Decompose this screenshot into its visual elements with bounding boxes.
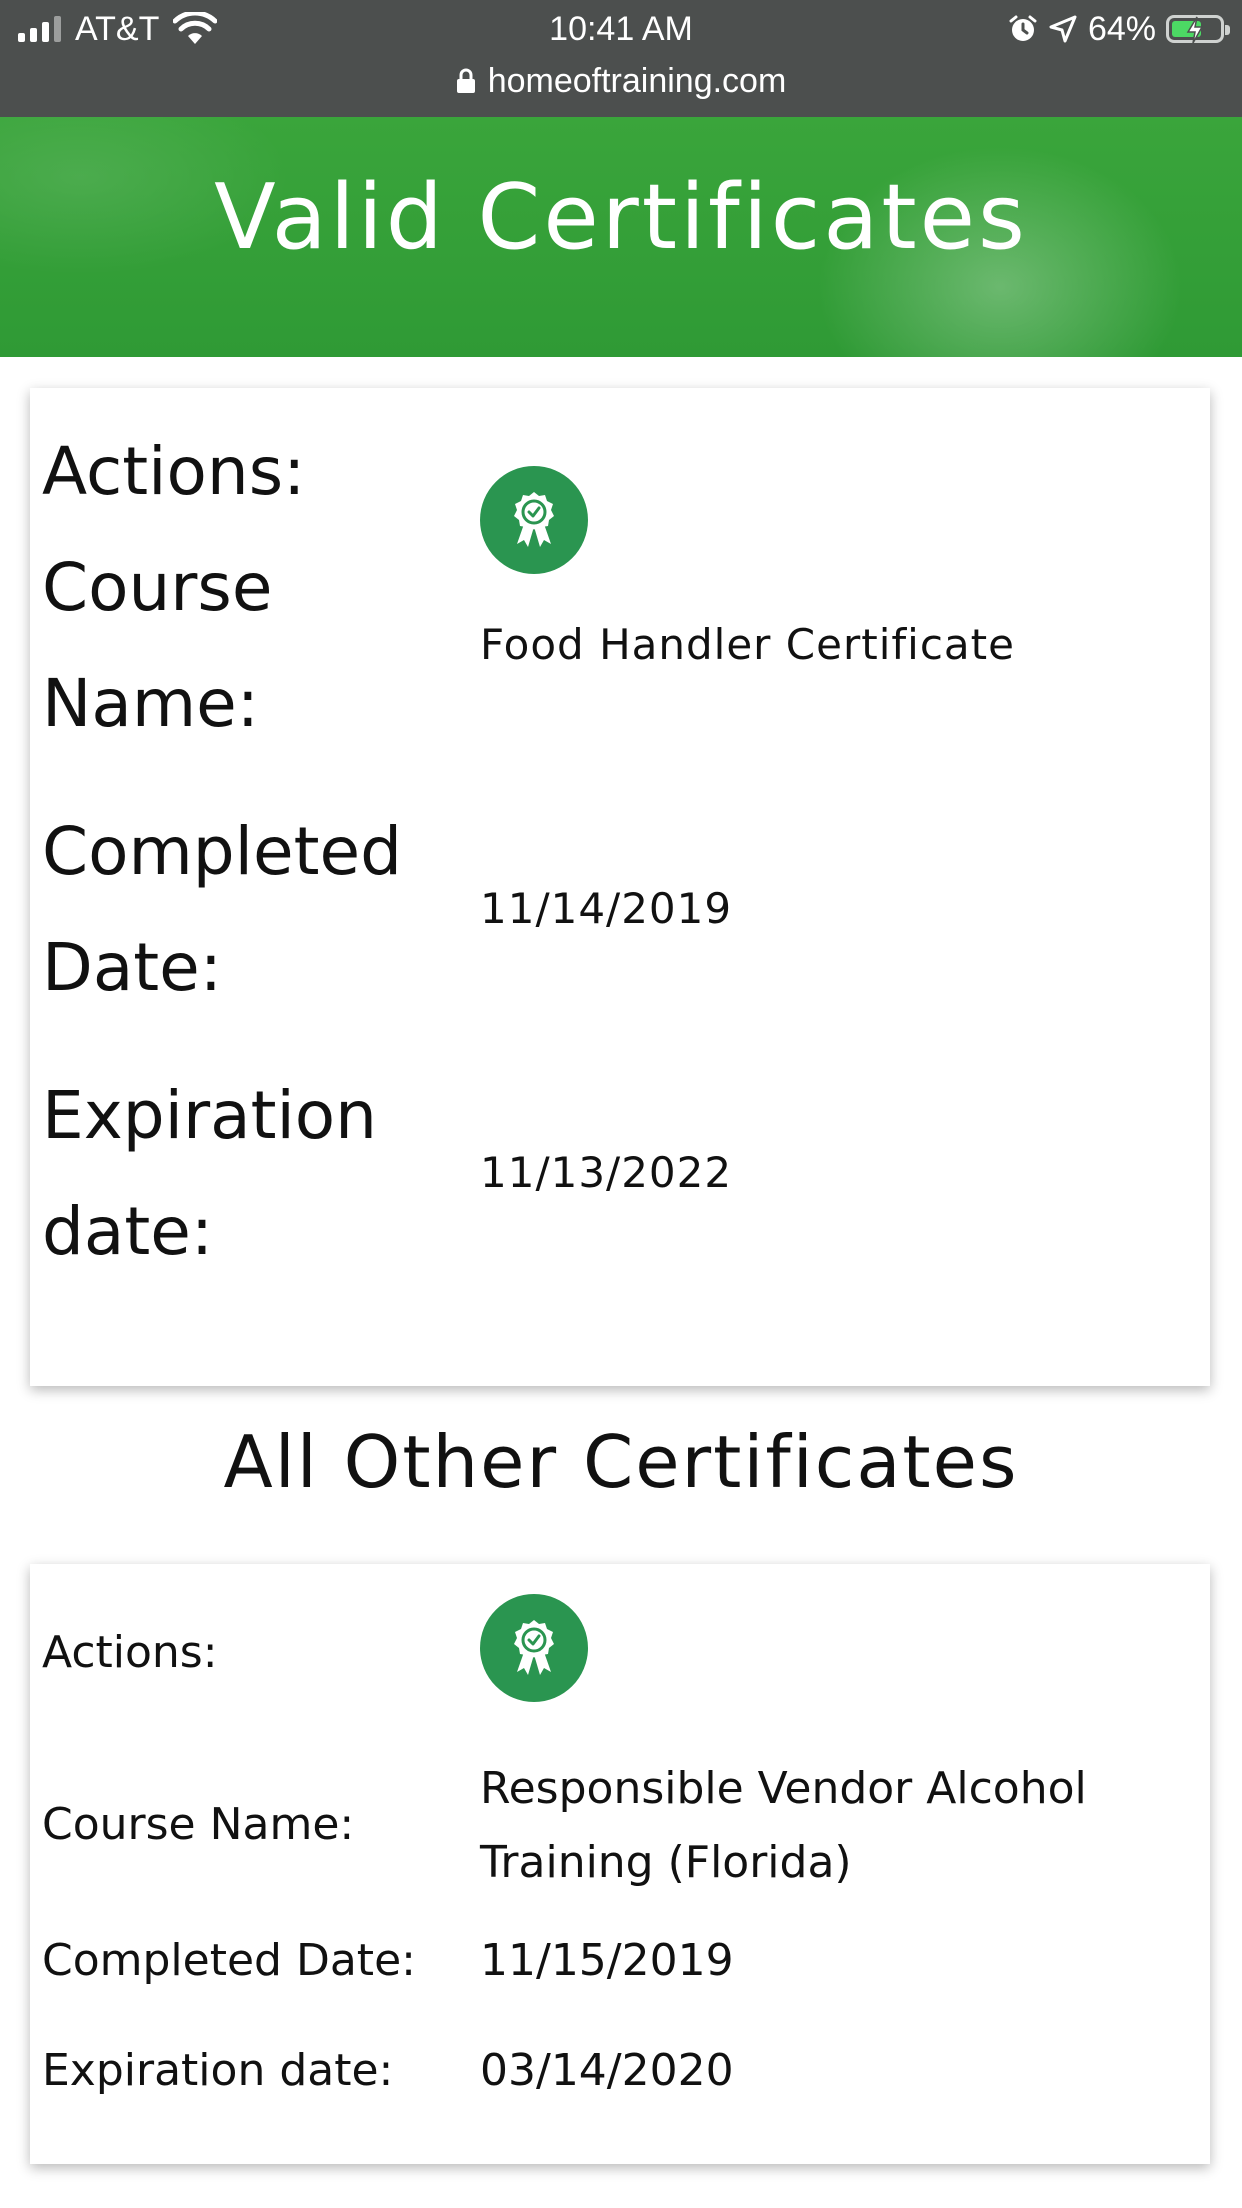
certificate-card: Actions: Course Name: Responsible Vendor… — [30, 1564, 1210, 2164]
course-name-value: Responsible Vendor Alcohol Training (Flo… — [480, 1763, 1087, 1888]
expiration-date-label: Expiration date: — [42, 1077, 377, 1270]
completed-date-row: Completed Date: 11/14/2019 — [30, 794, 1210, 1026]
actions-label: Actions: — [42, 1627, 218, 1678]
course-name-row: Course Name: Food Handler Certificate — [30, 530, 1210, 762]
certificate-badge-icon — [514, 1620, 554, 1675]
expiration-date-row: Expiration date: 11/13/2022 — [30, 1058, 1210, 1290]
completed-date-label: Completed Date: — [42, 1935, 416, 1986]
certificate-card: Actions: Course Name: Food Handler Certi… — [30, 388, 1210, 1386]
lock-icon — [456, 68, 475, 93]
battery-charging-icon — [1166, 15, 1230, 44]
completed-date-value: 11/14/2019 — [480, 884, 733, 933]
status-bar-right: 64% — [1008, 8, 1230, 50]
view-certificate-button[interactable] — [480, 1594, 588, 1702]
section-title: All Other Certificates — [223, 1420, 1019, 1504]
course-name-label: Course Name: — [42, 549, 273, 742]
page-title: Valid Certificates — [214, 165, 1028, 270]
url-text[interactable]: homeoftraining.com — [488, 62, 787, 101]
actions-label: Actions: — [42, 433, 306, 510]
header-banner: Valid Certificates — [0, 117, 1242, 357]
actions-row: Actions: — [30, 1594, 1210, 1702]
expiration-date-value: 11/13/2022 — [480, 1148, 733, 1197]
expiration-date-row: Expiration date: 03/14/2020 — [30, 2034, 1210, 2108]
expiration-date-label: Expiration date: — [42, 2045, 394, 2096]
battery-percent: 64% — [1087, 9, 1156, 48]
course-name-label: Course Name: — [42, 1799, 355, 1850]
location-icon — [1049, 15, 1077, 43]
status-bar: AT&T 10:41 AM 64% homeoftraining.com — [0, 0, 1242, 117]
completed-date-value: 11/15/2019 — [480, 1935, 734, 1986]
course-name-value: Food Handler Certificate — [480, 620, 1015, 669]
completed-date-row: Completed Date: 11/15/2019 — [30, 1924, 1210, 1998]
address-bar[interactable]: homeoftraining.com — [0, 58, 1242, 104]
course-name-row: Course Name: Responsible Vendor Alcohol … — [30, 1752, 1210, 1902]
expiration-date-value: 03/14/2020 — [480, 2045, 734, 2096]
actions-row: Actions: — [30, 414, 1210, 574]
completed-date-label: Completed Date: — [42, 813, 402, 1006]
alarm-icon — [1009, 15, 1037, 41]
